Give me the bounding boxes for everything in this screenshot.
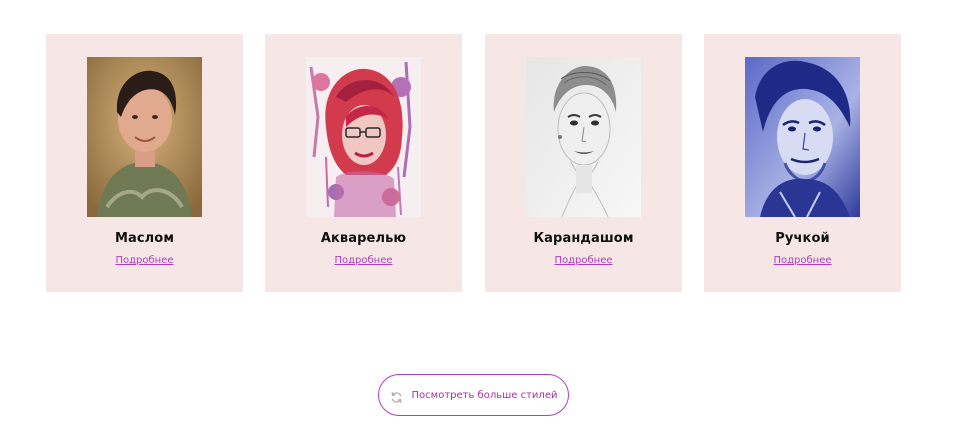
portrait-image-watercolor (306, 57, 421, 217)
styles-section: Маслом Подробнее Акварелью Подробнее Кар… (0, 0, 955, 448)
style-card-pencil: Карандашом Подробнее (485, 34, 682, 292)
portrait-image-oil (87, 57, 202, 217)
portrait-image-pen (745, 57, 860, 217)
details-link-watercolor[interactable]: Подробнее (265, 255, 462, 266)
style-card-oil: Маслом Подробнее (46, 34, 243, 292)
card-title-oil: Маслом (114, 231, 175, 246)
style-card-watercolor: Акварелью Подробнее (265, 34, 462, 292)
portrait-image-pencil (526, 57, 641, 217)
refresh-icon (390, 389, 403, 403)
card-title-watercolor: Акварелью (320, 231, 407, 246)
card-title-pen: Ручкой (775, 231, 830, 246)
oil-portrait-illustration (87, 57, 202, 217)
card-title-pencil: Карандашом (533, 231, 634, 246)
show-more-styles-button[interactable]: Посмотреть больше стилей (378, 374, 569, 416)
show-more-styles-label: Посмотреть больше стилей (411, 389, 558, 401)
watercolor-portrait-illustration (306, 57, 421, 217)
details-link-oil[interactable]: Подробнее (46, 255, 243, 266)
details-link-pen[interactable]: Подробнее (704, 255, 901, 266)
pen-portrait-illustration (745, 57, 860, 217)
details-link-pencil[interactable]: Подробнее (485, 255, 682, 266)
style-card-pen: Ручкой Подробнее (704, 34, 901, 292)
pencil-portrait-illustration (526, 57, 641, 217)
